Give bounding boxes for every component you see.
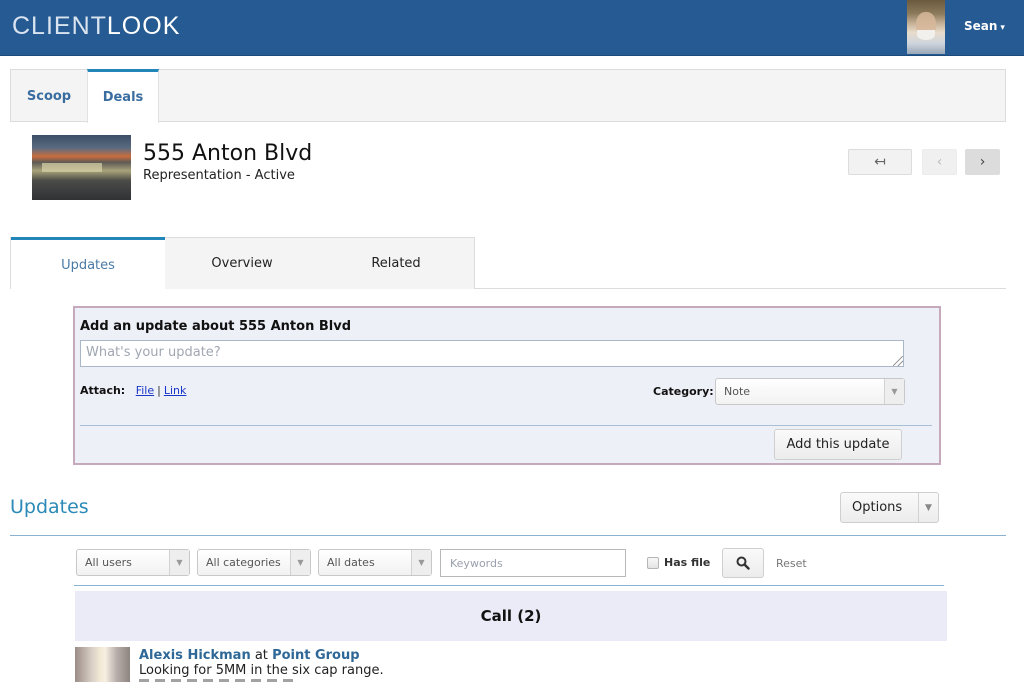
search-icon: [736, 556, 750, 570]
category-label: Category:: [653, 385, 714, 398]
attach-file-link[interactable]: File: [136, 384, 154, 397]
attach-link-link[interactable]: Link: [164, 384, 187, 397]
form-divider: [80, 425, 932, 426]
dates-filter-select[interactable]: All dates ▼: [318, 549, 432, 576]
back-arrow-icon: ↤: [874, 154, 886, 170]
updates-heading: Updates: [10, 496, 89, 518]
keywords-input[interactable]: [440, 549, 626, 577]
user-avatar[interactable]: [907, 0, 945, 54]
tab-scoop[interactable]: Scoop: [11, 70, 87, 122]
dropdown-arrow-icon: ▼: [290, 550, 310, 575]
top-navbar: CLIENTLOOK Sean ▾: [0, 0, 1024, 56]
attach-row: Attach: File | Link: [80, 384, 186, 397]
update-textarea[interactable]: [80, 340, 904, 367]
app-logo[interactable]: CLIENTLOOK: [12, 12, 180, 41]
reset-link[interactable]: Reset: [776, 557, 807, 570]
main-tab-bar: Scoop Deals: [10, 69, 1006, 123]
options-label: Options: [852, 500, 903, 515]
attach-separator: |: [157, 384, 161, 397]
company-link[interactable]: Point Group: [272, 648, 359, 663]
logo-text-light: CLIENT: [12, 12, 107, 40]
add-update-form: Add an update about 555 Anton Blvd Attac…: [73, 306, 941, 465]
users-filter-select[interactable]: All users ▼: [76, 549, 190, 576]
caret-down-icon: ▾: [1000, 23, 1005, 33]
tab-updates[interactable]: Updates: [11, 237, 165, 290]
author-link[interactable]: Alexis Hickman: [139, 648, 251, 663]
user-name: Sean: [964, 19, 998, 33]
update-item-header: Alexis Hickman at Point Group: [139, 648, 360, 663]
sub-tab-bar: Updates Overview Related: [10, 237, 475, 290]
back-button[interactable]: ↤: [848, 149, 912, 175]
deal-status: Representation - Active: [143, 168, 295, 183]
has-file-label: Has file: [664, 556, 711, 569]
dates-filter-value: All dates: [327, 556, 375, 569]
category-value: Note: [724, 385, 751, 398]
add-update-title: Add an update about 555 Anton Blvd: [80, 319, 352, 334]
dropdown-arrow-icon: ▼: [169, 550, 189, 575]
categories-filter-value: All categories: [206, 556, 281, 569]
category-select[interactable]: Note ▼: [715, 378, 905, 405]
deal-title: 555 Anton Blvd: [143, 141, 313, 166]
search-button[interactable]: [722, 548, 764, 578]
previous-button[interactable]: ‹: [922, 149, 957, 175]
author-avatar[interactable]: [75, 647, 130, 682]
filter-divider: [74, 585, 944, 586]
dropdown-arrow-icon: ▼: [884, 379, 904, 404]
update-item-text: Looking for 5MM in the six cap range.: [139, 663, 384, 678]
add-update-button[interactable]: Add this update: [774, 429, 902, 460]
tab-deals[interactable]: Deals: [87, 69, 159, 123]
deal-thumbnail: [32, 135, 131, 200]
users-filter-value: All users: [85, 556, 132, 569]
dropdown-arrow-icon: ▼: [411, 550, 431, 575]
has-file-checkbox[interactable]: Has file: [642, 556, 710, 569]
updates-divider: [10, 535, 1006, 536]
logo-text-bold: LOOK: [106, 12, 181, 40]
chevron-left-icon: ‹: [936, 154, 943, 170]
dropdown-arrow-icon[interactable]: ▼: [918, 493, 938, 522]
group-header-call[interactable]: Call (2): [75, 591, 947, 641]
next-button[interactable]: ›: [965, 149, 1000, 175]
user-menu[interactable]: Sean ▾: [964, 19, 1005, 33]
categories-filter-select[interactable]: All categories ▼: [197, 549, 311, 576]
attach-label: Attach:: [80, 384, 126, 397]
chevron-right-icon: ›: [979, 154, 986, 170]
at-text: at: [254, 648, 268, 663]
tab-overview[interactable]: Overview: [165, 238, 319, 289]
checkbox-icon[interactable]: [647, 556, 659, 569]
tab-related[interactable]: Related: [319, 238, 473, 289]
options-button[interactable]: Options ▼: [840, 492, 939, 523]
